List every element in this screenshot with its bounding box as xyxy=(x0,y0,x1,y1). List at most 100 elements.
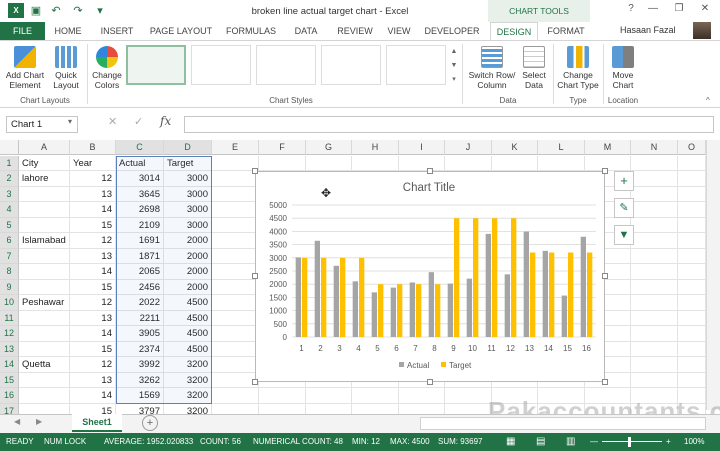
restore-button[interactable]: ❐ xyxy=(670,3,688,18)
cell[interactable] xyxy=(631,202,678,218)
cell[interactable] xyxy=(306,155,352,171)
cell[interactable]: 3200 xyxy=(164,388,212,404)
column-header[interactable]: E xyxy=(212,140,259,155)
cell[interactable] xyxy=(631,279,678,295)
cell[interactable] xyxy=(212,233,259,249)
cell[interactable] xyxy=(631,248,678,264)
cell[interactable]: 4500 xyxy=(164,341,212,357)
tab-design[interactable]: DESIGN xyxy=(490,22,538,40)
move-chart-button[interactable]: Move Chart xyxy=(605,46,641,90)
new-sheet-icon[interactable]: + xyxy=(142,415,158,431)
tab-home[interactable]: HOME xyxy=(48,22,88,40)
tab-data[interactable]: DATA xyxy=(286,22,326,40)
cell[interactable] xyxy=(631,217,678,233)
cell[interactable]: Islamabad xyxy=(19,233,70,249)
cell[interactable] xyxy=(678,155,706,171)
cell[interactable]: 2065 xyxy=(116,264,164,280)
cell[interactable] xyxy=(19,310,70,326)
cell[interactable]: 13 xyxy=(70,186,116,202)
row-header[interactable]: 15 xyxy=(0,372,19,388)
status-max[interactable]: MAX: 4500 xyxy=(390,433,430,451)
sheet-prev-icon[interactable]: ◀ xyxy=(14,417,20,426)
column-header[interactable]: F xyxy=(259,140,306,155)
cell[interactable] xyxy=(212,341,259,357)
cell[interactable]: 14 xyxy=(70,202,116,218)
row-header[interactable]: 10 xyxy=(0,295,19,311)
cell[interactable] xyxy=(19,217,70,233)
cell[interactable]: 1569 xyxy=(116,388,164,404)
help-button[interactable]: ? xyxy=(622,3,640,18)
status-min[interactable]: MIN: 12 xyxy=(352,433,380,451)
tab-view[interactable]: VIEW xyxy=(382,22,416,40)
cell[interactable]: 2109 xyxy=(116,217,164,233)
chart-style-5[interactable] xyxy=(386,45,446,85)
cell[interactable] xyxy=(212,248,259,264)
cell[interactable]: Target xyxy=(164,155,212,171)
cell[interactable]: Actual xyxy=(116,155,164,171)
tab-page-layout[interactable]: PAGE LAYOUT xyxy=(146,22,216,40)
formula-input[interactable] xyxy=(184,116,714,133)
cell[interactable] xyxy=(538,155,585,171)
chart-styles-brush-icon[interactable]: ✎ xyxy=(614,198,634,218)
column-header[interactable]: I xyxy=(399,140,445,155)
row-header[interactable]: 16 xyxy=(0,388,19,404)
cell[interactable] xyxy=(445,155,492,171)
cell[interactable]: 12 xyxy=(70,295,116,311)
cell[interactable]: 2698 xyxy=(116,202,164,218)
cell[interactable]: 3000 xyxy=(164,202,212,218)
cell[interactable]: 3000 xyxy=(164,217,212,233)
cell[interactable] xyxy=(631,372,678,388)
cell[interactable] xyxy=(19,388,70,404)
cell[interactable]: 13 xyxy=(70,248,116,264)
status-numerical-count[interactable]: NUMERICAL COUNT: 48 xyxy=(253,433,343,451)
cell[interactable] xyxy=(212,217,259,233)
cell[interactable] xyxy=(678,217,706,233)
row-header[interactable]: 6 xyxy=(0,233,19,249)
cell[interactable] xyxy=(445,388,492,404)
cell[interactable]: 2000 xyxy=(164,279,212,295)
cell[interactable] xyxy=(19,372,70,388)
cell[interactable] xyxy=(212,295,259,311)
cell[interactable] xyxy=(631,295,678,311)
cell[interactable]: 3905 xyxy=(116,326,164,342)
sheet-next-icon[interactable]: ▶ xyxy=(36,417,42,426)
cell[interactable]: 4500 xyxy=(164,295,212,311)
column-header[interactable]: J xyxy=(445,140,492,155)
cell[interactable]: 15 xyxy=(70,279,116,295)
row-header[interactable]: 8 xyxy=(0,264,19,280)
cell[interactable]: 13 xyxy=(70,372,116,388)
cell[interactable] xyxy=(631,341,678,357)
add-chart-element-button[interactable]: Add Chart Element xyxy=(3,46,47,90)
cell[interactable]: 4500 xyxy=(164,310,212,326)
cell[interactable]: 2000 xyxy=(164,248,212,264)
status-sum[interactable]: SUM: 93697 xyxy=(438,433,482,451)
cell[interactable]: Peshawar xyxy=(19,295,70,311)
status-average[interactable]: AVERAGE: 1952.020833 xyxy=(104,433,193,451)
cell[interactable] xyxy=(631,357,678,373)
cell[interactable] xyxy=(19,202,70,218)
vertical-scrollbar[interactable] xyxy=(706,140,720,410)
column-header[interactable]: M xyxy=(585,140,631,155)
cell[interactable]: 1691 xyxy=(116,233,164,249)
page-layout-view-icon[interactable]: ▤ xyxy=(536,433,545,451)
row-header[interactable]: 9 xyxy=(0,279,19,295)
cell[interactable] xyxy=(212,310,259,326)
cell[interactable]: 14 xyxy=(70,264,116,280)
cell[interactable] xyxy=(678,202,706,218)
name-box-dropdown-icon[interactable]: ▾ xyxy=(68,117,72,126)
minimize-button[interactable]: — xyxy=(644,3,662,18)
cell[interactable]: 2000 xyxy=(164,264,212,280)
row-header[interactable]: 2 xyxy=(0,171,19,187)
cell[interactable] xyxy=(631,326,678,342)
status-count[interactable]: COUNT: 56 xyxy=(200,433,241,451)
cell[interactable]: lahore xyxy=(19,171,70,187)
cell[interactable] xyxy=(492,155,538,171)
tab-formulas[interactable]: FORMULAS xyxy=(222,22,280,40)
zoom-in-icon[interactable]: + xyxy=(666,433,671,451)
horizontal-scrollbar[interactable] xyxy=(420,417,706,430)
cell[interactable]: 4500 xyxy=(164,326,212,342)
column-header[interactable]: G xyxy=(306,140,352,155)
cell[interactable] xyxy=(259,155,306,171)
row-header[interactable]: 7 xyxy=(0,248,19,264)
chart-filters-icon[interactable]: ▼ xyxy=(614,225,634,245)
